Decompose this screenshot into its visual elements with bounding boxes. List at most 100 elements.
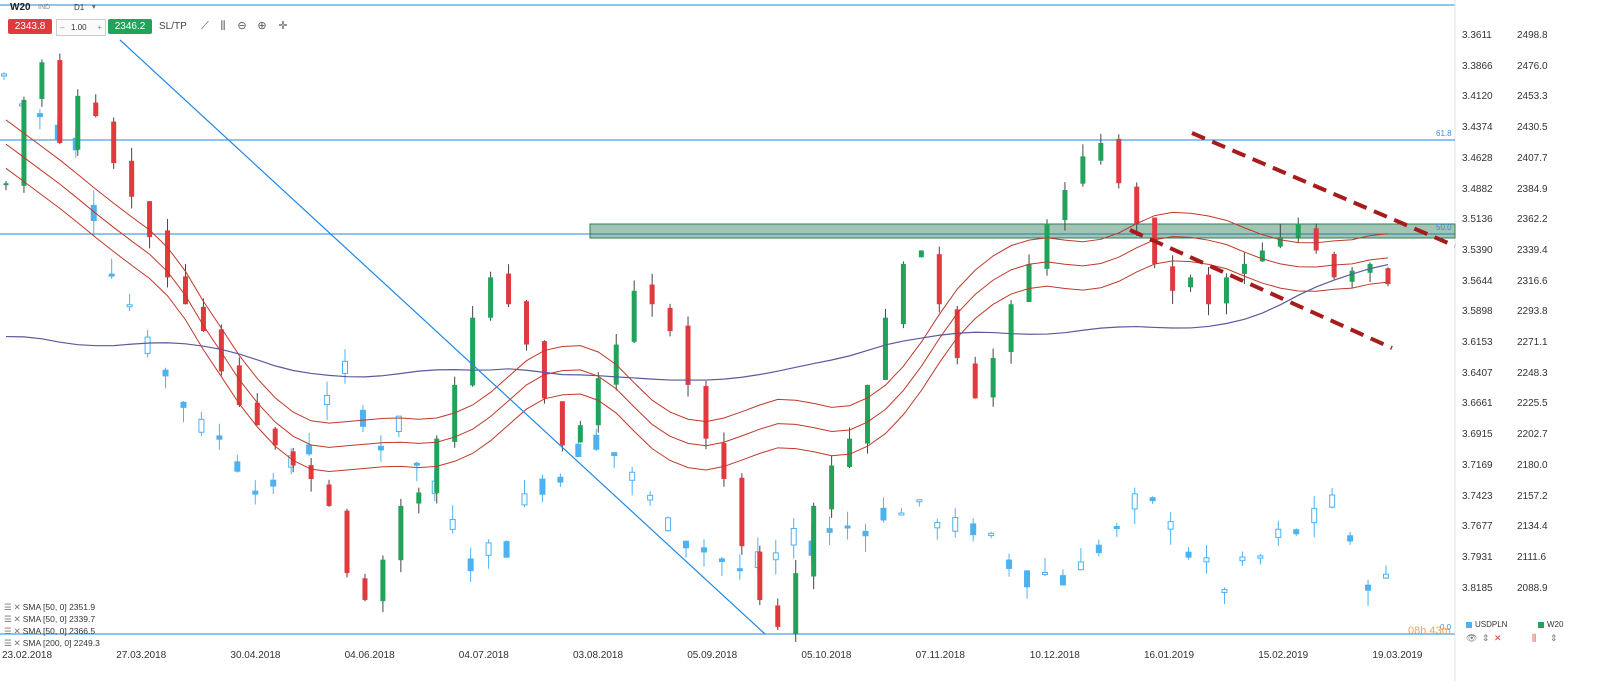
w20-candle bbox=[21, 99, 27, 186]
w20-candle bbox=[290, 451, 296, 466]
w20-candle bbox=[75, 95, 81, 150]
date-tick: 05.10.2018 bbox=[801, 650, 852, 661]
fib-label-61: 61.8 bbox=[1436, 129, 1452, 138]
w20-candle bbox=[1223, 277, 1229, 304]
indicator-sma-2[interactable]: ☰ ✕ SMA [50, 0] 2339.7 bbox=[4, 614, 95, 625]
usdpln-candle bbox=[324, 395, 331, 406]
w20-candle bbox=[1206, 274, 1212, 305]
w20-candle bbox=[39, 62, 45, 99]
usdpln-candle bbox=[1203, 557, 1210, 563]
w20-candle bbox=[972, 363, 978, 399]
usdpln-candle bbox=[898, 512, 905, 516]
indicator-sma-3[interactable]: ☰ ✕ SMA [50, 0] 2366.5 bbox=[4, 626, 95, 637]
usdpln-price-tick: 3.4628 bbox=[1462, 152, 1493, 164]
usdpln-candle bbox=[683, 540, 690, 549]
w20-candle bbox=[1188, 277, 1194, 288]
w20-candle bbox=[1349, 270, 1355, 282]
w20-candle bbox=[326, 484, 332, 506]
usdpln-price-tick: 3.3866 bbox=[1462, 60, 1493, 72]
w20-candle bbox=[739, 477, 745, 547]
usdpln-candle bbox=[1257, 555, 1264, 559]
indicator-sma-1[interactable]: ☰ ✕ SMA [50, 0] 2351.9 bbox=[4, 602, 95, 613]
sort-icon[interactable]: ⇕ bbox=[1482, 633, 1490, 644]
sell-button[interactable]: 2343.8 bbox=[8, 19, 52, 34]
sltp-button[interactable]: SL/TP bbox=[159, 21, 187, 32]
close-icon[interactable]: ✕ bbox=[14, 614, 21, 624]
w20-candle bbox=[488, 277, 494, 318]
w20-candle bbox=[398, 505, 404, 561]
w20-candle bbox=[703, 386, 709, 439]
buy-button[interactable]: 2346.2 bbox=[108, 19, 152, 34]
w20-candle bbox=[1080, 156, 1086, 184]
usdpln-price-tick: 3.7677 bbox=[1462, 521, 1493, 533]
usdpln-candle bbox=[790, 528, 797, 546]
line-chart-icon[interactable]: ⟋ bbox=[198, 19, 212, 33]
w20-candle bbox=[1241, 263, 1247, 274]
usdpln-candle bbox=[1131, 493, 1138, 510]
channel-bottom bbox=[1129, 228, 1393, 350]
usdpln-candle bbox=[880, 507, 887, 521]
usdpln-price-tick: 3.5898 bbox=[1462, 306, 1493, 318]
menu-icon[interactable]: ☰ bbox=[4, 638, 12, 648]
chevron-down-icon[interactable]: ▾ bbox=[92, 3, 96, 11]
quantity-stepper[interactable]: – 1.00 + bbox=[56, 19, 106, 36]
crosshair-icon[interactable]: ✛ bbox=[276, 19, 290, 33]
minus-icon[interactable]: – bbox=[60, 20, 64, 35]
w20-candle bbox=[667, 307, 673, 332]
usdpln-candle bbox=[772, 552, 779, 561]
plus-icon[interactable]: + bbox=[97, 20, 102, 35]
menu-icon[interactable]: ☰ bbox=[4, 626, 12, 636]
timeframe-select[interactable]: D1 bbox=[74, 3, 84, 12]
candles-icon[interactable]: ⫼ bbox=[1532, 633, 1536, 644]
close-icon[interactable]: ✕ bbox=[14, 626, 21, 636]
resistance-zone bbox=[589, 223, 1456, 239]
w20-candle bbox=[129, 160, 135, 197]
zoom-in-icon[interactable]: ⊕ bbox=[255, 19, 269, 33]
eye-icon[interactable]: 👁 bbox=[1466, 633, 1477, 644]
usdpln-candle bbox=[862, 530, 869, 537]
usdpln-price-tick: 3.6153 bbox=[1462, 337, 1493, 348]
price-chart[interactable] bbox=[0, 0, 1600, 681]
menu-icon[interactable]: ☰ bbox=[4, 614, 12, 624]
w20-candle bbox=[847, 438, 853, 467]
menu-icon[interactable]: ☰ bbox=[4, 602, 12, 612]
usdpln-candle bbox=[1347, 535, 1354, 542]
usdpln-candle bbox=[467, 558, 474, 572]
usdpln-candle bbox=[611, 452, 618, 457]
usdpln-price-tick: 3.6661 bbox=[1462, 398, 1493, 410]
sma-50-line-2 bbox=[5, 167, 1389, 473]
w20-price-tick: 2293.8 bbox=[1517, 306, 1548, 318]
usdpln-candle bbox=[1059, 575, 1066, 586]
w20-price-tick: 2202.7 bbox=[1517, 429, 1548, 441]
usdpln-candle bbox=[539, 478, 546, 495]
usdpln-candle bbox=[1095, 544, 1102, 554]
w20-candle bbox=[272, 428, 278, 446]
usdpln-candle bbox=[1185, 551, 1192, 558]
date-tick: 16.01.2019 bbox=[1144, 650, 1195, 661]
close-icon[interactable]: ✕ bbox=[14, 638, 21, 648]
series-label-usdpln[interactable]: USDPLN bbox=[1466, 620, 1507, 629]
sma-50-line-1 bbox=[5, 143, 1389, 448]
series-label-w20[interactable]: W20 bbox=[1538, 620, 1563, 629]
usdpln-candle bbox=[162, 369, 169, 377]
usdpln-candle bbox=[665, 517, 672, 532]
usdpln-candle bbox=[377, 445, 384, 451]
close-icon[interactable]: ✕ bbox=[14, 602, 21, 612]
usdpln-candle bbox=[270, 479, 277, 487]
close-icon[interactable]: ✕ bbox=[1494, 633, 1502, 644]
fib-label-50: 50.0 bbox=[1436, 223, 1452, 232]
quantity-value[interactable]: 1.00 bbox=[71, 20, 87, 35]
date-tick: 04.06.2018 bbox=[344, 650, 395, 661]
sort-icon[interactable]: ⇕ bbox=[1550, 633, 1558, 644]
zoom-out-icon[interactable]: ⊖ bbox=[235, 19, 249, 33]
date-tick: 15.02.2019 bbox=[1258, 650, 1309, 661]
usdpln-candle bbox=[180, 401, 187, 408]
candles-icon[interactable]: ⫼ bbox=[216, 19, 230, 33]
usdpln-price-tick: 3.5136 bbox=[1462, 214, 1493, 226]
indicator-sma-4[interactable]: ☰ ✕ SMA [200, 0] 2249.3 bbox=[4, 638, 100, 649]
date-tick: 30.04.2018 bbox=[230, 650, 281, 661]
w20-candle bbox=[3, 183, 9, 186]
w20-candle bbox=[685, 325, 691, 385]
w20-candle bbox=[362, 578, 368, 600]
symbol-name[interactable]: W20 bbox=[10, 2, 31, 13]
